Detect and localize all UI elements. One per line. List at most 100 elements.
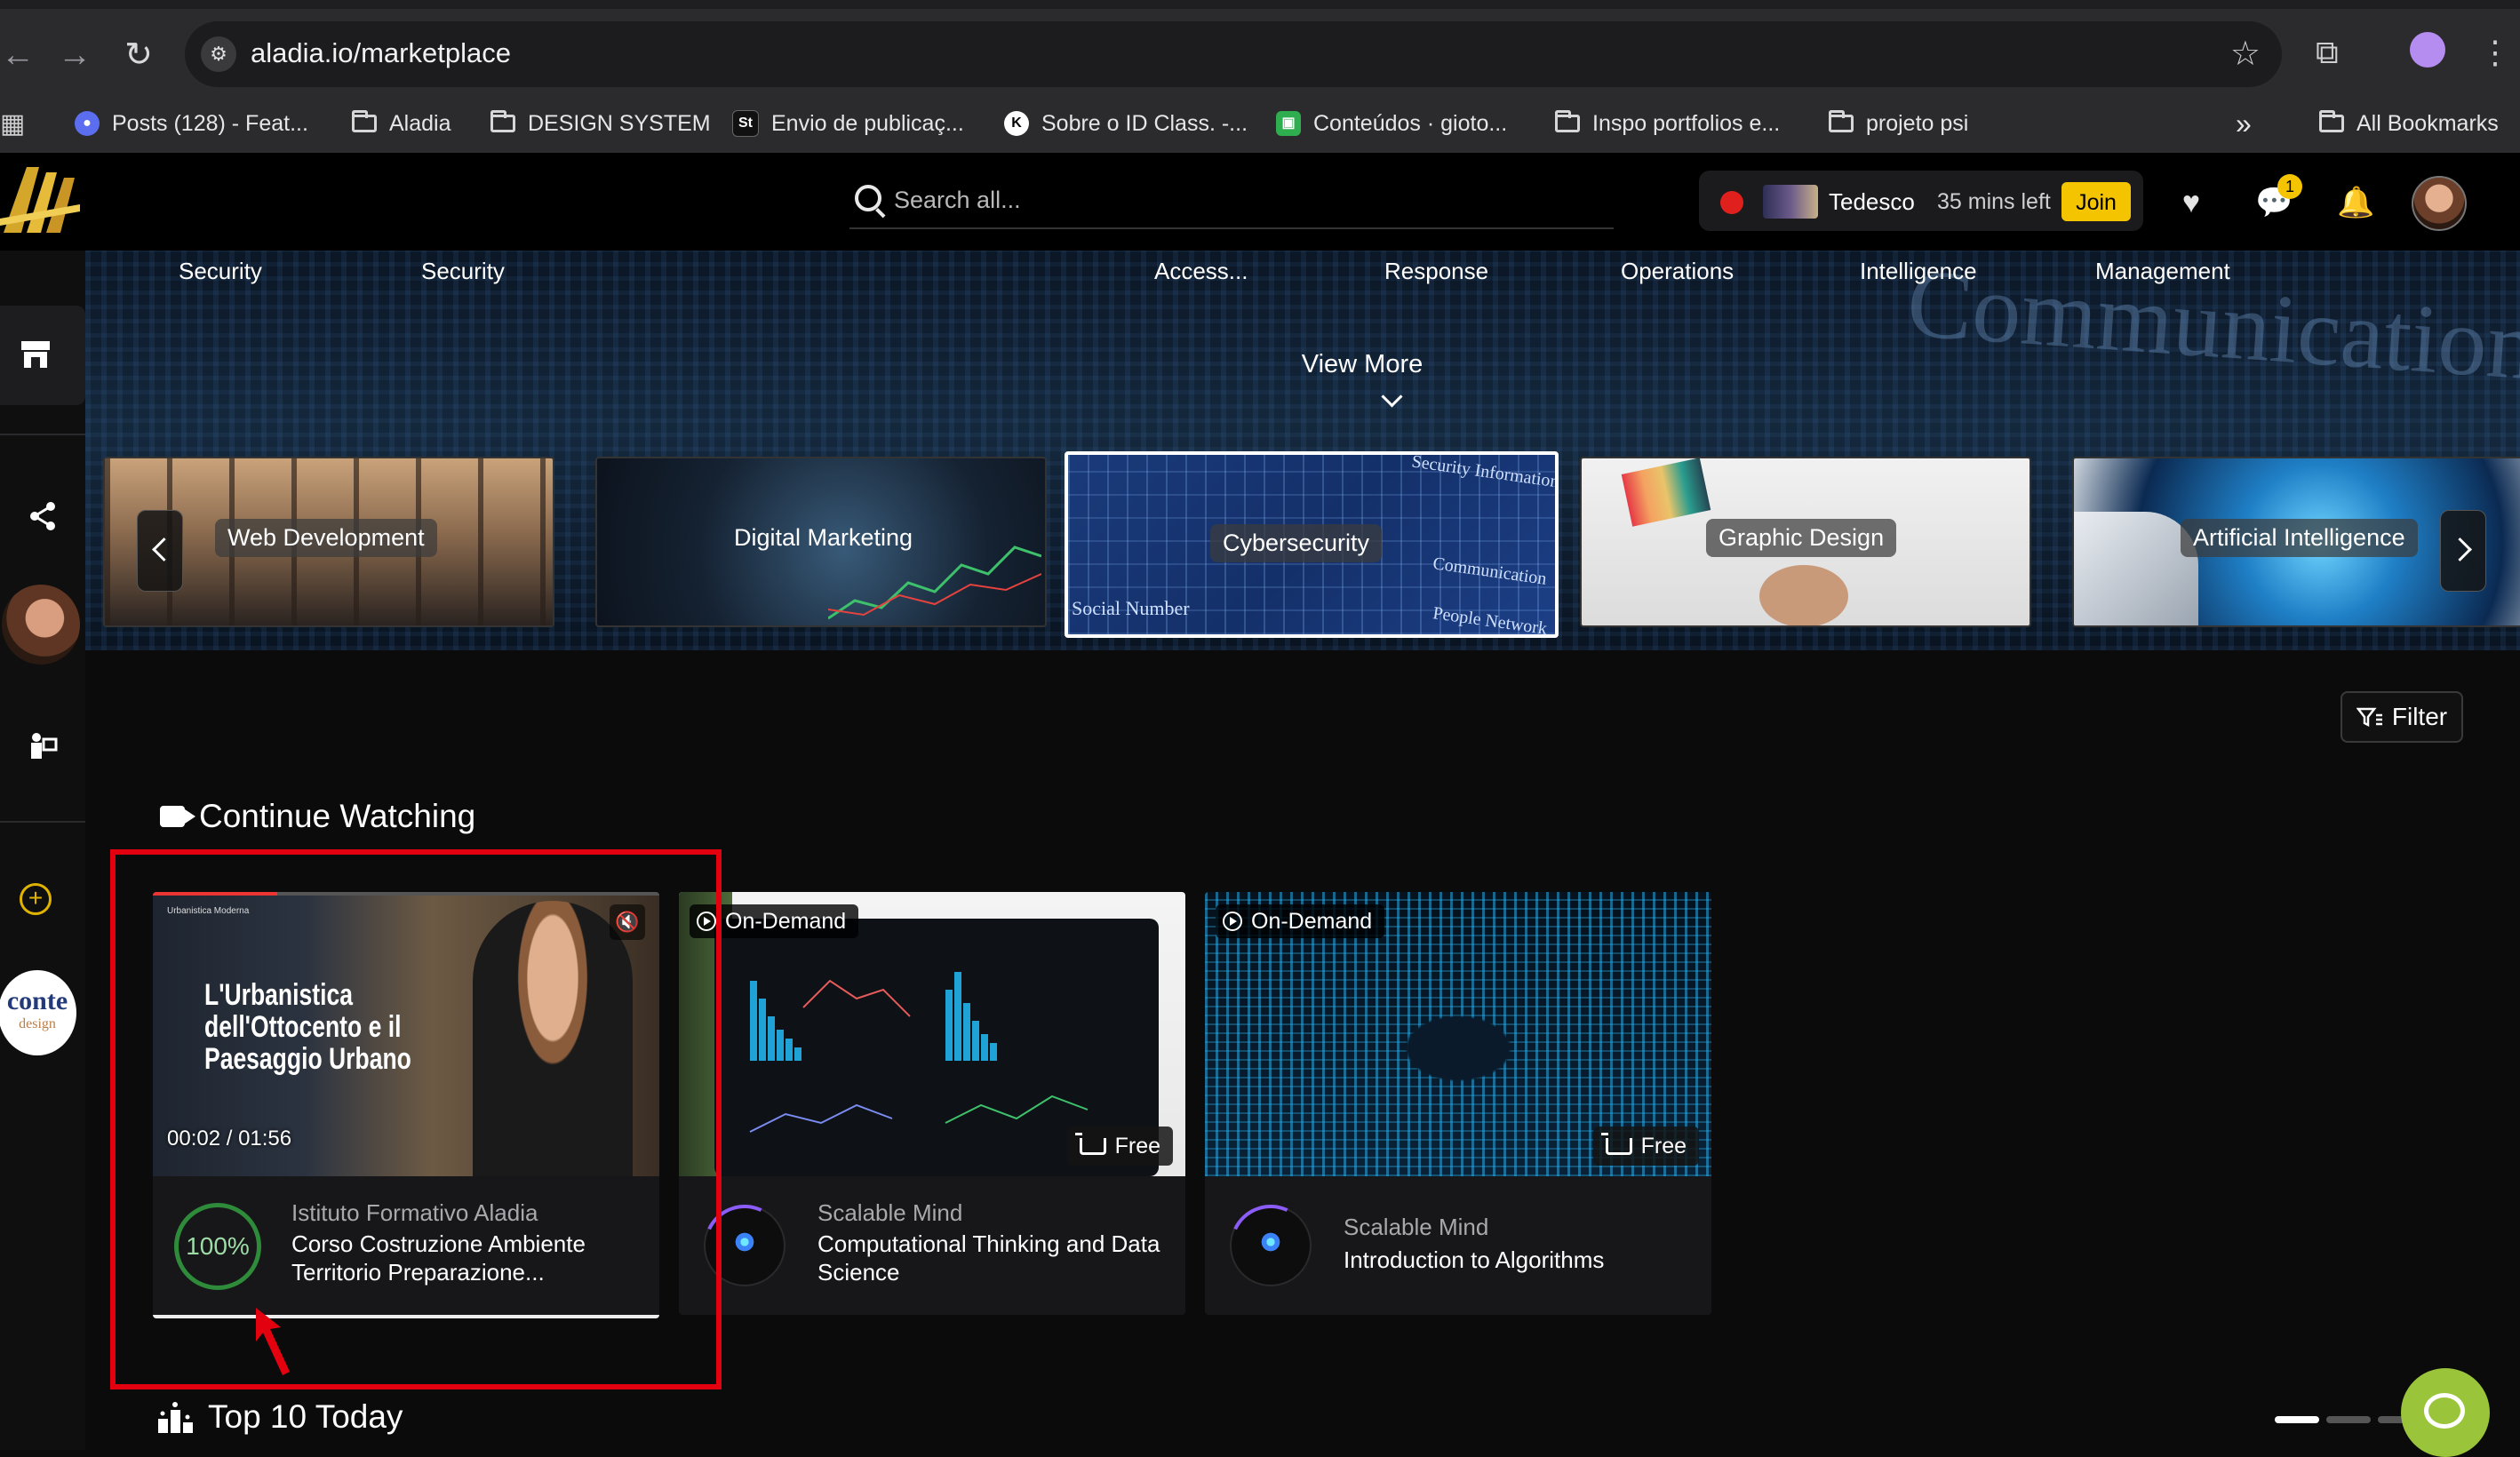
chevron-left-icon <box>152 537 176 561</box>
search-bar[interactable] <box>849 176 1614 229</box>
bookmark-item[interactable]: St Envio de publicaç... <box>732 103 964 144</box>
cart-icon <box>1074 1132 1106 1155</box>
posts-favicon-icon: ● <box>75 111 100 136</box>
profile-avatar[interactable] <box>2410 32 2445 68</box>
carousel-next-button[interactable] <box>2440 510 2486 592</box>
pager-dot[interactable] <box>2326 1416 2371 1423</box>
category-link[interactable]: Response <box>1384 258 1488 285</box>
category-tile-cybersecurity[interactable]: Security Information Communication Socia… <box>1065 451 1559 638</box>
folder-icon <box>2319 110 2344 132</box>
card-info: Scalable Mind Introduction to Algorithms <box>1205 1176 1711 1315</box>
category-link[interactable]: Intelligence <box>1860 258 1977 285</box>
category-tile-graphic-design[interactable]: Graphic Design <box>1580 457 2031 627</box>
url-text[interactable]: aladia.io/marketplace <box>251 37 511 69</box>
bookmark-item[interactable]: ● Posts (128) - Feat... <box>75 103 308 144</box>
folder-icon <box>490 110 515 132</box>
live-session-pill[interactable]: Tedesco 35 mins left Join <box>1699 171 2143 231</box>
support-chat-button[interactable] <box>2401 1368 2490 1457</box>
bookmark-label: Conteúdos · gioto... <box>1313 110 1508 136</box>
live-time-left: 35 mins left <box>1937 189 2051 214</box>
course-card[interactable]: On-Demand Free Scalable Mind Computation… <box>679 892 1185 1315</box>
bookmark-folder[interactable]: projeto psi <box>1829 103 1968 144</box>
add-icon[interactable]: + <box>20 883 52 915</box>
filter-icon <box>2356 707 2382 728</box>
category-link[interactable]: Access... <box>1154 258 1248 285</box>
cart-icon <box>1600 1132 1632 1155</box>
tile-label: Cybersecurity <box>1210 524 1383 562</box>
chevron-right-icon <box>2448 537 2472 561</box>
chevron-down-icon[interactable] <box>1381 386 1403 408</box>
st-favicon-icon: St <box>732 110 759 137</box>
tile-label: Web Development <box>215 519 437 557</box>
bookmark-item[interactable]: ▣ Conteúdos · gioto... <box>1276 103 1507 144</box>
apps-icon[interactable]: ▦ <box>0 103 25 144</box>
extensions-icon[interactable]: ⧉ <box>2316 34 2339 72</box>
bookmark-folder[interactable]: Inspo portfolios e... <box>1555 103 1780 144</box>
search-input[interactable] <box>892 179 1589 220</box>
play-icon <box>1223 912 1242 931</box>
forward-icon[interactable]: → <box>57 37 92 73</box>
video-camera-icon <box>160 806 195 827</box>
price-label: Free <box>1640 1133 1687 1158</box>
logo-main-text: conte <box>6 986 68 1015</box>
scalable-mind-logo-icon <box>1256 1228 1285 1256</box>
bookmark-item[interactable]: K Sobre o ID Class. -... <box>1004 103 1248 144</box>
bookmark-star-icon[interactable]: ☆ <box>2230 34 2261 74</box>
address-bar[interactable]: ⚙ aladia.io/marketplace ☆ <box>185 21 2282 87</box>
course-title[interactable]: Computational Thinking and Data Science <box>817 1230 1173 1286</box>
browser-chrome: ← → ↻ ⚙ aladia.io/marketplace ☆ ⧉ ⋮ ▦ ● … <box>0 0 2520 153</box>
tile-label: Artificial Intelligence <box>2181 519 2418 557</box>
tile-swatch-decor <box>1621 458 1711 527</box>
bookmarks-overflow-icon[interactable]: » <box>2236 103 2252 144</box>
school-name: Scalable Mind <box>1344 1214 1489 1240</box>
join-button[interactable]: Join <box>2061 182 2131 221</box>
live-thumbnail <box>1763 185 1818 219</box>
tile-hand-decor <box>1759 565 1848 625</box>
category-link[interactable]: Security <box>179 258 262 285</box>
bell-icon[interactable]: 🔔 <box>2337 185 2374 220</box>
category-tile-digital-marketing[interactable]: Digital Marketing <box>595 457 1047 627</box>
bookmark-folder[interactable]: DESIGN SYSTEM <box>490 103 711 144</box>
teacher-icon[interactable] <box>0 723 85 768</box>
filter-button[interactable]: Filter <box>2341 691 2463 743</box>
sidebar: + conte design <box>0 251 85 1450</box>
live-host-name: Tedesco <box>1829 188 1915 215</box>
course-card[interactable]: On-Demand Free Scalable Mind Introductio… <box>1205 892 1711 1315</box>
badge-label: On-Demand <box>725 908 847 934</box>
aladia-logo[interactable] <box>0 160 82 245</box>
browser-navbar: ← → ↻ ⚙ aladia.io/marketplace ☆ ⧉ ⋮ <box>0 9 2520 94</box>
course-thumbnail[interactable]: On-Demand Free <box>679 892 1185 1176</box>
bookmark-label: Inspo portfolios e... <box>1592 110 1781 136</box>
category-link[interactable]: Operations <box>1621 258 1734 285</box>
folder-icon <box>352 110 377 132</box>
conte-design-logo[interactable]: conte design <box>0 970 76 1055</box>
all-bookmarks-label: All Bookmarks <box>2357 110 2499 136</box>
category-link[interactable]: Security <box>421 258 505 285</box>
filter-label: Filter <box>2391 703 2448 730</box>
course-thumbnail[interactable]: On-Demand Free <box>1205 892 1711 1176</box>
reload-icon[interactable]: ↻ <box>121 37 156 73</box>
heart-icon[interactable]: ♥ <box>2173 185 2209 220</box>
menu-icon[interactable]: ⋮ <box>2479 34 2511 71</box>
carousel-prev-button[interactable] <box>137 510 183 592</box>
share-icon[interactable] <box>0 494 85 538</box>
bookmark-folder[interactable]: Aladia <box>352 103 451 144</box>
section-title-text: Continue Watching <box>199 798 476 834</box>
user-avatar[interactable] <box>2412 176 2467 231</box>
pager-dot-active[interactable] <box>2275 1416 2319 1423</box>
course-title[interactable]: Introduction to Algorithms <box>1344 1246 1699 1274</box>
price-tag: Free <box>1592 1127 1699 1166</box>
tab-strip <box>0 0 2520 9</box>
all-bookmarks[interactable]: All Bookmarks <box>2319 103 2499 144</box>
search-icon <box>855 185 881 211</box>
category-link[interactable]: Management <box>2095 258 2230 285</box>
store-icon <box>21 341 50 368</box>
sidebar-profile-avatar[interactable] <box>2 585 80 665</box>
sidebar-divider <box>0 821 85 823</box>
view-more-button[interactable]: View More <box>1251 350 1473 379</box>
site-settings-icon[interactable]: ⚙ <box>201 36 236 72</box>
back-icon[interactable]: ← <box>0 37 36 73</box>
sidebar-item-marketplace[interactable] <box>0 306 85 405</box>
badge-label: On-Demand <box>1251 908 1373 934</box>
scalable-mind-logo-icon <box>730 1228 759 1256</box>
